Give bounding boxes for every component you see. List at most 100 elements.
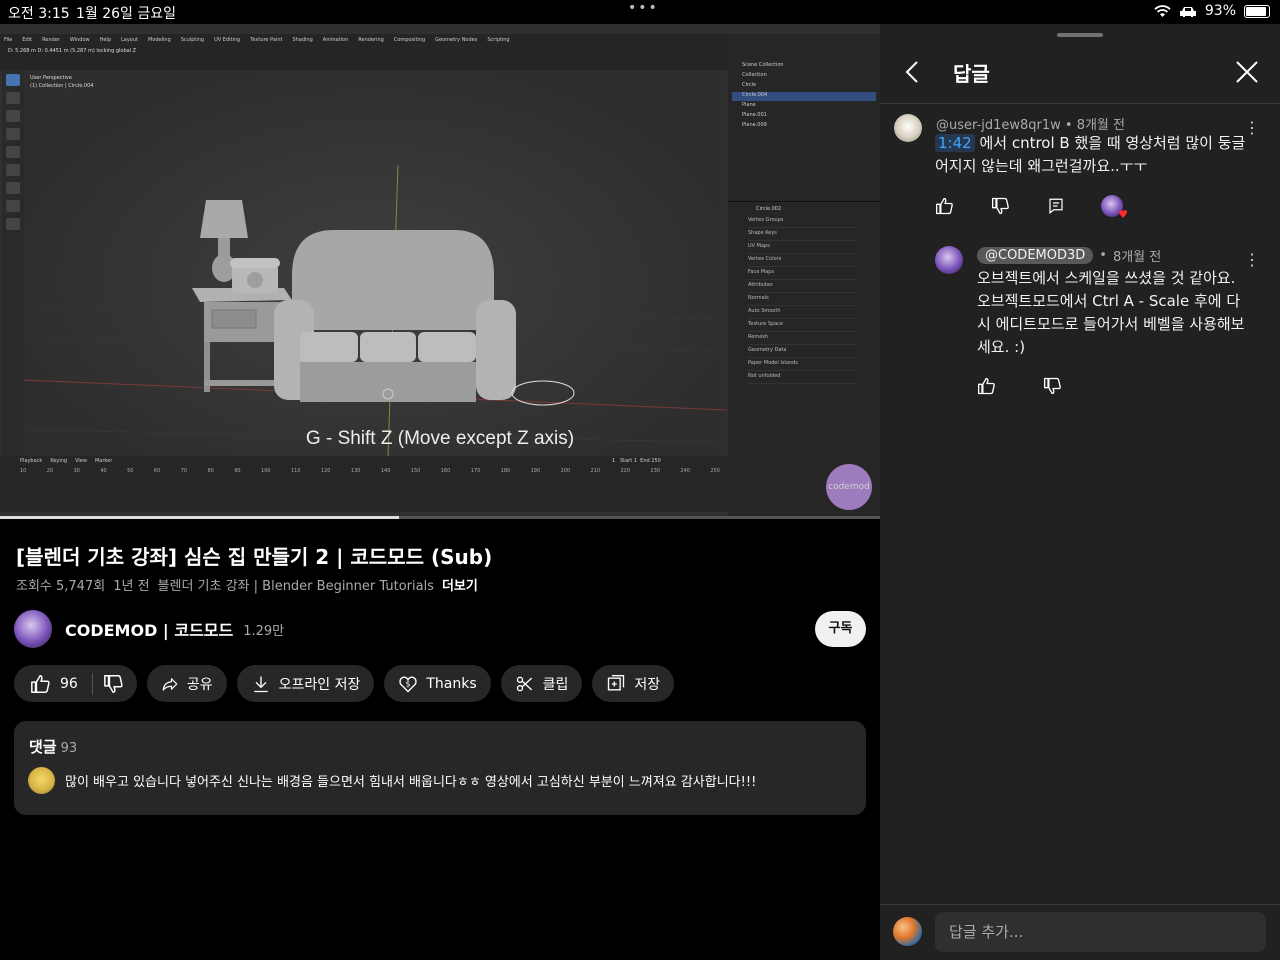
thumbs-down-icon[interactable] (103, 673, 125, 695)
save-button[interactable]: 저장 (592, 665, 675, 702)
properties-object-name: Circle.002 (756, 206, 782, 212)
current-frame: 1 (612, 458, 616, 464)
share-button[interactable]: 공유 (146, 665, 227, 702)
car-icon (1179, 6, 1196, 17)
back-arrow-icon[interactable] (902, 58, 922, 86)
timeline-frame-tick: 140 (380, 468, 391, 474)
thumbs-up-icon[interactable] (30, 673, 52, 695)
timeline-frame-tick: 40 (100, 468, 107, 474)
status-bar: 오전 3:15 1월 26일 금요일 ••• 93% (0, 0, 1280, 24)
timeline-menu-item: Playback (20, 458, 43, 464)
video-player[interactable]: File Edit Render Window Help Layout Modeling Sc… (0, 24, 880, 518)
channel-watermark[interactable]: codemod (826, 464, 872, 510)
channel-name[interactable]: CODEMOD | 코드모드 (65, 617, 233, 641)
blender-menu-item: Shading (292, 37, 313, 43)
download-icon (253, 676, 268, 692)
timeline-range: 1 Start 1 End 250 (612, 458, 661, 464)
comments-card[interactable]: 댓글 93 많이 배우고 있습니다 넣어주신 신나는 배경음 들으면서 힘내서 배… (14, 721, 866, 815)
video-title: [블렌더 기초 강좌] 심슨 집 만들기 2 | 코드모드 (Sub) (16, 545, 493, 569)
properties-section: Auto Smooth (748, 308, 858, 319)
outliner-item: Circle (742, 82, 757, 88)
close-icon[interactable] (1234, 59, 1260, 85)
top-comment[interactable]: 많이 배우고 있습니다 넣어주신 신나는 배경음 들으면서 힘내서 배웁니다ㅎㅎ… (28, 767, 756, 794)
subscriber-count: 1.29만 (243, 623, 285, 639)
timeline-frame-tick: 230 (650, 468, 660, 474)
properties-section: Paper Model Islands (748, 360, 858, 371)
channel-row[interactable]: CODEMOD | 코드모드 1.29만 (14, 610, 284, 648)
save-playlist-icon (608, 674, 625, 690)
outliner-item: Plane (742, 102, 756, 108)
reply-author-avatar[interactable] (935, 246, 963, 274)
download-button[interactable]: 오프라인 저장 (236, 665, 375, 702)
panel-title: 답글 (953, 62, 990, 86)
reply-author[interactable]: @CODEMOD3D (977, 247, 1094, 264)
multitasking-dots[interactable]: ••• (628, 0, 659, 16)
share-icon (162, 677, 178, 691)
panel-drag-handle[interactable] (1057, 33, 1103, 37)
comment-actions: ♥ (935, 195, 1128, 221)
video-subtitle: G - Shift Z (Move except Z axis) (305, 428, 575, 449)
properties-section: Not unfolded (748, 373, 858, 384)
blender-info-line: D: 5.268 m D: 0.4451 m (5.287 m) locking… (8, 48, 137, 54)
creator-heart-icon: ♥ (1101, 195, 1128, 221)
blender-menu-item: Window (69, 37, 90, 43)
blender-menu-item: Edit (22, 37, 33, 43)
timeline-menu-item: View (75, 458, 87, 464)
thanks-button[interactable]: $ Thanks (384, 665, 491, 702)
comment-age: 8개월 전 (1076, 118, 1125, 133)
start-label: Start (619, 458, 633, 464)
timeline-frame-tick: 90 (234, 468, 241, 474)
viewport-collection-label: (1) Collection | Circle.004 (30, 83, 94, 89)
video-progress-bar[interactable] (0, 516, 880, 519)
blender-menu-item: Layout (121, 37, 138, 43)
sofa-model (274, 230, 516, 402)
more-button[interactable]: 더보기 (442, 575, 478, 594)
channel-avatar[interactable] (14, 610, 52, 648)
properties-section: Geometry Data (748, 347, 858, 358)
action-bar: 96 공유 오프라인 저장 $ Thanks 클립 저장 (14, 665, 675, 702)
outliner-item: Plane.009 (742, 122, 767, 128)
viewport-mode-label: User Perspective (30, 75, 72, 81)
reply-like-icon[interactable] (977, 376, 997, 396)
blender-menu-item: Geometry Nodes (435, 37, 478, 43)
properties-section: Remesh (748, 334, 858, 345)
subscribe-button[interactable]: 구독 (815, 611, 866, 647)
reply-dislike-icon[interactable] (1043, 376, 1063, 396)
download-label: 오프라인 저장 (278, 676, 361, 693)
blender-menu-item: Rendering (358, 37, 384, 43)
blender-menu: File Edit Render Window Help Layout Modeling Sc… (4, 37, 510, 43)
start-value: 1 (633, 458, 637, 464)
like-divider (91, 672, 93, 695)
properties-section: Attributes (748, 282, 858, 293)
add-reply-input[interactable] (935, 912, 1266, 952)
comment-dislike-icon[interactable] (991, 196, 1011, 216)
properties-section: Vertex Colors (748, 256, 858, 267)
timeline-frame-tick: 100 (261, 468, 271, 474)
reply-text: 오브젝트에서 스케일을 쓰셨을 것 같아요. 오브젝트모드에서 Ctrl A -… (977, 269, 1245, 356)
measure-tool-icon (6, 200, 20, 212)
clip-button[interactable]: 클립 (500, 665, 583, 702)
timeline-menu: Playback Keying View Marker (20, 458, 112, 464)
blender-viewport (23, 70, 727, 457)
video-meta[interactable]: 조회수 5,747회 1년 전 블렌더 기초 강좌 | Blender Begi… (16, 575, 478, 594)
timeline-frame-tick: 190 (530, 468, 541, 474)
comment-body: 에서 cntrol B 했을 때 영상처럼 많이 둥글어지지 않는데 왜그런걸까… (935, 134, 1246, 175)
reply-actions (977, 376, 1063, 396)
blender-menu-item: Animation (322, 37, 349, 43)
blender-menu-item: Modeling (148, 37, 171, 43)
comment-author[interactable]: @user-jd1ew8qr1w (936, 118, 1061, 133)
scissors-icon (516, 676, 532, 691)
comment-author-avatar[interactable] (894, 114, 922, 142)
battery-level-fill (1246, 6, 1267, 16)
comment-timestamp-link[interactable]: 1:42 (935, 134, 975, 152)
comment-text: 1:42 에서 cntrol B 했을 때 영상처럼 많이 둥글어지지 않는데 … (935, 132, 1255, 178)
cursor-tool-icon (6, 92, 20, 104)
comment-like-icon[interactable] (935, 196, 955, 216)
timeline-menu-item: Keying (50, 458, 68, 464)
upload-age: 1년 전 (113, 579, 150, 594)
reply-icon[interactable] (1047, 197, 1065, 215)
properties-section: Vertex Groups (748, 217, 858, 228)
battery-icon (1244, 4, 1270, 18)
playlist-name: 블렌더 기초 강좌 | Blender Beginner Tutorials (157, 579, 434, 594)
top-comment-text: 많이 배우고 있습니다 넣어주신 신나는 배경음 들으면서 힘내서 배웁니다ㅎㅎ… (65, 775, 757, 790)
